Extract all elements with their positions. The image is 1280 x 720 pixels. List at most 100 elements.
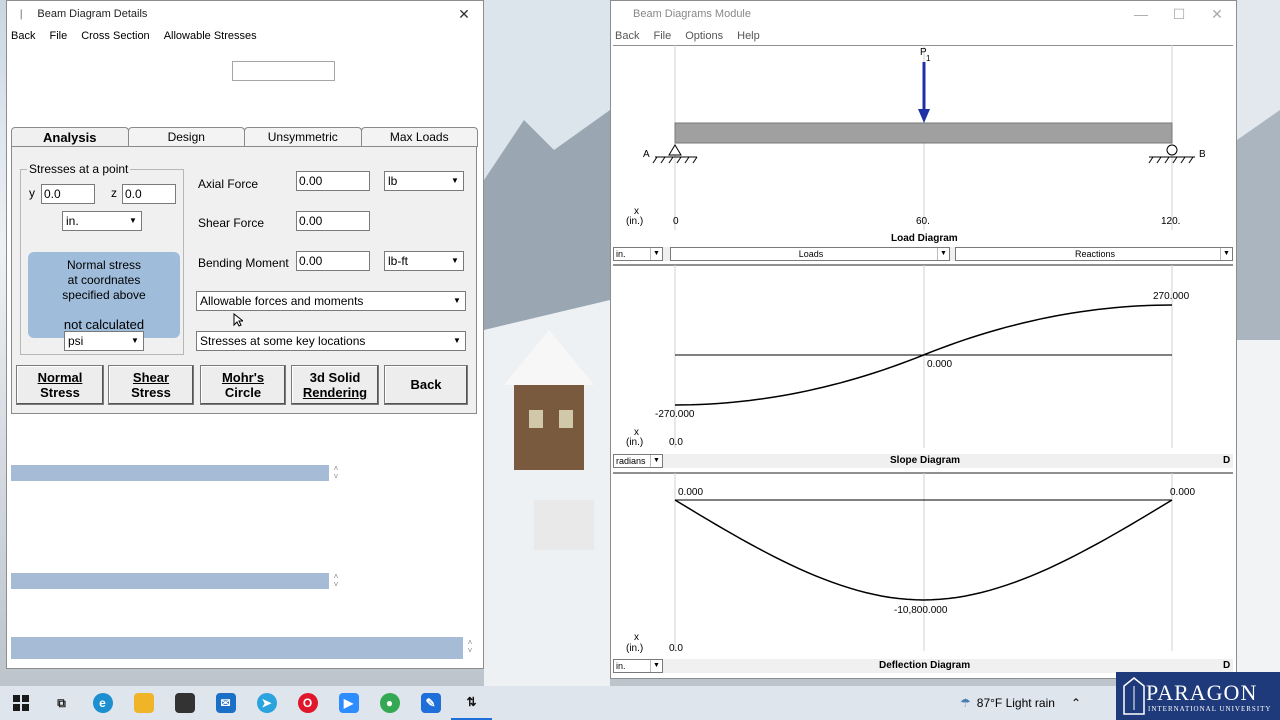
tab-unsymmetric[interactable]: Unsymmetric [244,127,362,147]
store-button[interactable] [164,686,205,720]
load-diagram [613,45,1233,230]
normal-stress-info: Normal stress at coordnates specified ab… [28,252,180,338]
slope-d-button[interactable]: D [1223,455,1230,466]
slope-controls-bar: radians ▼ Slope Diagram D [613,454,1233,468]
menu-file[interactable]: File [653,30,671,42]
bending-moment-unit-select[interactable]: lb-ft ▼ [384,251,464,271]
university-crest-icon [1123,677,1145,715]
close-button[interactable]: ✕ [1198,6,1236,23]
task-view-button[interactable]: ⧉ [41,686,82,720]
menu-options[interactable]: Options [685,30,723,42]
menu-allowable-stresses[interactable]: Allowable Stresses [164,30,257,42]
window-title: Beam Diagram Details [37,8,148,20]
mail-button[interactable]: ✉ [205,686,246,720]
loads-select[interactable]: Loads ▼ [670,247,950,261]
coordinate-unit-select[interactable]: in. ▼ [62,211,142,231]
opera-button[interactable]: O [287,686,328,720]
deflection-unit-select[interactable]: in. ▼ [613,659,663,673]
group-title: Stresses at a point [27,162,131,176]
rain-cloud-icon: ☂ [960,696,971,710]
load-controls-bar: in. ▼ Loads ▼ Reactions ▼ [613,247,1233,261]
zoom-icon: ▶ [338,693,359,713]
scroll-arrows-icon[interactable]: ˄ ˅ [331,573,341,589]
file-explorer-button[interactable] [123,686,164,720]
z-input[interactable]: 0.0 [122,184,176,204]
horizontal-scrollbar-3[interactable] [11,637,463,659]
length-unit-value: in. [616,249,626,259]
axial-force-label: Axial Force [198,177,259,191]
tab-analysis[interactable]: Analysis [11,127,129,147]
bending-moment-input[interactable]: 0.00 [296,251,370,271]
shear-force-input[interactable]: 0.00 [296,211,370,231]
folder-icon [133,693,154,713]
info-line-3: specified above [62,288,146,302]
zoom-button[interactable]: ▶ [328,686,369,720]
shear-stress-label-2: Stress [131,385,171,400]
app-button[interactable]: ✎ [410,686,451,720]
menu-help[interactable]: Help [737,30,760,42]
axial-force-unit-select[interactable]: lb ▼ [384,171,464,191]
tab-max-loads[interactable]: Max Loads [360,127,478,147]
weather-text: 87°F Light rain [976,696,1055,710]
weather-widget[interactable]: ☂ 87°F Light rain ⌃ [960,686,1081,720]
loads-value: Loads [798,249,824,259]
load-arrowhead [918,109,930,123]
beam-app-button[interactable]: ⇅ [451,686,492,720]
reactions-select[interactable]: Reactions ▼ [955,247,1233,261]
info-line-4: not calculated [63,317,145,332]
chevron-up-icon[interactable]: ⌃ [1071,696,1081,710]
slope-x-unit: (in.) [626,437,644,448]
normal-stress-label-1: Normal [37,370,83,385]
store-icon [174,693,195,713]
support-a-label: A [643,149,650,160]
key-locations-select[interactable]: Stresses at some key locations ▼ [196,331,466,351]
logo-title: PARAGON [1146,680,1258,705]
normal-stress-button[interactable]: Normal Stress [16,365,104,405]
stress-unit-value: psi [68,334,84,348]
y-input[interactable]: 0.0 [41,184,95,204]
y-label: y [29,186,35,200]
axial-force-input[interactable]: 0.00 [296,171,370,191]
beam-body [674,122,1173,144]
paragon-logo: PARAGON INTERNATIONAL UNIVERSITY [1116,672,1280,720]
bending-moment-unit-value: lb-ft [388,254,409,268]
horizontal-scrollbar-2[interactable] [11,573,329,589]
menu-file[interactable]: File [49,30,67,42]
shear-stress-label-1: Shear [132,370,170,385]
scroll-arrows-icon[interactable]: ˄ ˅ [331,465,341,481]
chrome-button[interactable]: ● [369,686,410,720]
start-button[interactable] [0,686,41,720]
menu-back[interactable]: Back [11,30,35,42]
horizontal-scrollbar-1[interactable] [11,465,329,481]
slope-unit-select[interactable]: radians ▼ [613,454,663,468]
deflection-unit-value: in. [616,661,626,671]
telegram-button[interactable]: ➤ [246,686,287,720]
app-icon: ❘ [17,8,26,20]
menu-back[interactable]: Back [615,30,639,42]
maximize-button[interactable]: ☐ [1160,6,1198,23]
window-title: Beam Diagrams Module [633,8,751,20]
3d-solid-rendering-button[interactable]: 3d Solid Rendering [291,365,379,405]
telegram-icon: ➤ [256,693,277,713]
stress-unit-select[interactable]: psi ▼ [64,331,144,351]
empty-text-box[interactable] [232,61,335,81]
analysis-panel: Stresses at a point y 0.0 z 0.0 in. ▼ No… [11,146,477,414]
chevron-down-icon: ▼ [650,455,662,467]
length-unit-select[interactable]: in. ▼ [613,247,663,261]
chevron-down-icon: ▼ [131,336,139,345]
back-button[interactable]: Back [384,365,468,405]
allowable-forces-select[interactable]: Allowable forces and moments ▼ [196,291,466,311]
edge-icon: e [92,693,113,713]
close-button[interactable]: ✕ [445,6,483,23]
edge-button[interactable]: e [82,686,123,720]
menu-cross-section[interactable]: Cross Section [81,30,149,42]
mohrs-circle-button[interactable]: Mohr's Circle [200,365,286,405]
roller-support-icon [1166,144,1178,156]
scroll-arrows-icon[interactable]: ˄ ˅ [465,639,475,655]
tab-design[interactable]: Design [127,127,245,147]
deflection-d-button[interactable]: D [1223,660,1230,671]
title-bar: ❘ Beam Diagram Details ✕ [7,1,483,27]
minimize-button[interactable]: — [1122,6,1160,22]
info-line-1: Normal stress [66,258,141,272]
shear-stress-button[interactable]: Shear Stress [108,365,194,405]
